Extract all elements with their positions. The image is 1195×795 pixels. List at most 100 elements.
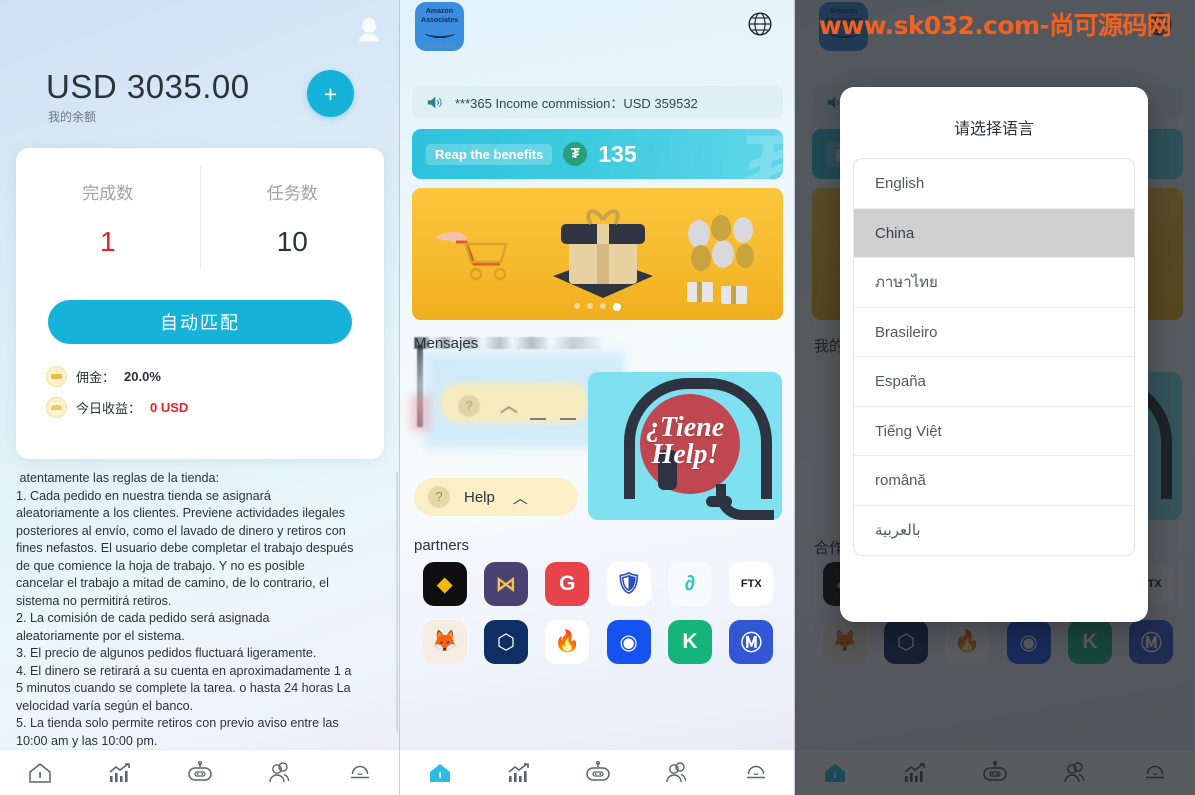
language-dialog-title: 请选择语言 [953,121,1034,138]
logo-url: www.amz.place [423,44,456,49]
marquee-text: ***365 Income commission：USD 359532 [455,95,698,111]
chevron-up-icon: ︿ [512,489,528,507]
logo-line2: Associates [421,16,458,24]
coin-swap-icon [46,366,67,387]
messages-title-motion-ghost [414,337,604,349]
carousel-dot-2[interactable] [587,303,593,309]
stat-completed-label: 完成数 [82,183,134,203]
coin-hand-icon [46,397,67,418]
today-income-row: 今日收益： 0 USD [46,397,188,418]
stat-total: 任务数 10 [201,148,385,288]
nav-home[interactable] [416,756,464,790]
language-option-china[interactable]: China [854,208,1134,258]
language-option-بالعربية[interactable]: بالعربية [854,506,1134,556]
nav-profile[interactable] [732,756,780,790]
task-stats-card: 完成数 1 任务数 10 自动匹配 佣金： 20.0% 今日收益： 0 USD [16,148,384,459]
carousel-dot-4-active[interactable] [613,303,621,311]
stat-completed: 完成数 1 [16,148,200,288]
benefit-banner[interactable]: ₮ Reap the benefits ₮ 135 [412,129,783,179]
robot-icon [188,760,212,781]
partner-logo-safepal[interactable]: 🛡 [606,562,651,606]
chart-icon [507,762,529,782]
promo-carousel[interactable] [412,188,783,320]
nav-chart[interactable] [495,756,543,790]
commission-label: 佣金： [76,370,116,385]
panel-mid-home: Amazon Associates www.amz.place ***365 I… [400,0,795,795]
nav-robot[interactable] [574,756,622,790]
carousel-dots[interactable] [412,303,783,311]
people-icon [665,761,686,782]
hand-cart-illustration [434,232,508,281]
nav-profile[interactable] [336,756,384,790]
question-icon-ghost: ? [458,395,480,417]
tether-icon: ₮ [563,142,588,166]
profile-face-icon [746,765,765,778]
rules-scrollbar[interactable] [396,472,398,732]
nav-people[interactable] [653,756,701,790]
income-marquee[interactable]: ***365 Income commission：USD 359532 [412,86,783,118]
partner-logo-bitstamp[interactable]: ∂ [667,562,712,606]
globe-icon[interactable] [747,11,773,37]
balloons-illustration [687,215,754,304]
people-icon [269,761,290,782]
benefit-tag: Reap the benefits [426,143,553,165]
partner-logo-gateio[interactable]: G [545,562,590,606]
panel-right-language-dialog: Amazon Associates 获 我的 合作 ◆⋈G🛡∂FTX🦊⬡🔥◉KⓂ [795,0,1195,795]
language-option-ภาษาไทย[interactable]: ภาษาไทย [854,258,1134,308]
help-support-card[interactable]: ¿Tiene Help! [588,372,782,520]
store-rules-text: atentamente las reglas de la tienda: 1. … [16,471,354,755]
nav-people[interactable] [256,756,304,790]
partner-logo-coinmarketcap[interactable]: Ⓜ [729,620,774,664]
stat-completed-value: 1 [99,225,116,257]
partner-logo-metamask[interactable]: 🦊 [422,620,467,664]
headset-user-icon[interactable] [354,14,384,44]
partner-logo-kucoin[interactable]: K [667,620,712,664]
chevron-up-ghost: ︿ [500,396,518,416]
panel-left-home: USD 3035.00 我的余额 + 完成数 1 任务数 10 自动匹配 佣金： [0,0,400,795]
partner-logo-cryptocom[interactable]: ⬡ [483,620,528,664]
commission-row: 佣金： 20.0% [46,366,161,387]
partner-logo-huobi[interactable]: 🔥 [545,620,590,664]
carousel-dot-3[interactable] [600,303,606,309]
nav-chart[interactable] [96,756,144,790]
today-income-value: 0 USD [150,400,189,415]
screenshot-stage: USD 3035.00 我的余额 + 完成数 1 任务数 10 自动匹配 佣金： [0,0,1195,795]
mid-bottom-navbar [400,749,795,795]
language-option-română[interactable]: română [854,456,1134,506]
balance-label: 我的余额 [48,110,97,124]
today-income-label: 今日收益： [76,401,142,416]
home-icon [29,762,51,783]
tether-watermark: ₮ [736,129,783,179]
help-card-text: ¿Tiene Help! [588,414,782,470]
auto-match-button[interactable]: 自动匹配 [48,300,352,344]
help-pill-button[interactable]: ? Help ︿ [414,478,578,516]
partner-logo-coinbase[interactable]: ◉ [606,620,651,664]
nav-home[interactable] [16,756,64,790]
stat-total-label: 任务数 [266,183,318,203]
language-option-españa[interactable]: España [854,357,1134,407]
partners-grid: ◆ ⋈ G 🛡 ∂ FTX 🦊 ⬡ 🔥 ◉ K Ⓜ [414,562,782,664]
help-label: Help [464,488,495,506]
gift-box-illustration [553,209,653,298]
headset-mic-tip-icon [706,496,732,507]
partner-logo-ftx[interactable]: FTX [729,562,774,606]
speaker-icon [427,96,442,108]
home-icon [429,763,450,782]
carousel-dot-1[interactable] [574,303,580,309]
site-watermark: www.sk032.com-尚可源码网 [818,11,1172,40]
stats-row: 完成数 1 任务数 10 [16,148,384,288]
partner-logo-bitmart[interactable]: ⋈ [483,562,528,606]
partner-logo-binance[interactable]: ◆ [422,562,467,606]
help-card-line2: Help! [651,439,719,470]
language-option-tiếng-việt[interactable]: Tiếng Việt [854,407,1134,456]
language-dialog: 请选择语言 English China ภาษาไทย Brasileiro Españ… [840,87,1148,622]
profile-face-icon [351,765,369,778]
nav-robot[interactable] [176,756,224,790]
amazon-swoosh-icon [424,27,455,38]
language-option-brasileiro[interactable]: Brasileiro [854,308,1134,357]
language-option-list: English China ภาษาไทย Brasileiro España Tiếng… [853,158,1135,556]
language-option-english[interactable]: English [854,159,1134,209]
add-funds-button[interactable]: + [307,70,354,117]
panel-divider-2 [794,0,795,795]
pink-blur-artifact [410,395,430,431]
